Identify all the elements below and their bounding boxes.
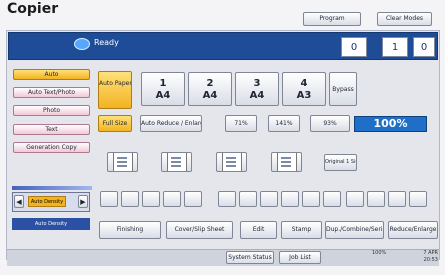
system-status-button[interactable]: System Status — [226, 251, 274, 264]
punch-icon-6[interactable] — [323, 191, 341, 207]
tray-2-size: A4 — [202, 90, 218, 101]
staple-icon-3[interactable] — [142, 191, 160, 207]
duplex-option-1[interactable] — [107, 152, 138, 172]
sort-icon-2[interactable] — [367, 191, 385, 207]
mode-text[interactable]: Text — [13, 124, 90, 135]
program-button[interactable]: Program — [303, 12, 361, 26]
auto-reduce-enlarge-button[interactable]: Auto Reduce / Enlarge — [140, 115, 202, 132]
duplex-option-4[interactable] — [271, 152, 302, 172]
tray-3-button[interactable]: 3 A4 — [235, 72, 279, 106]
reduce-enlarge-button[interactable]: Reduce/Enlarge — [388, 221, 438, 239]
tray-1-button[interactable]: 1 A4 — [141, 72, 185, 106]
ready-icon — [74, 38, 90, 50]
edit-button[interactable]: Edit — [240, 221, 277, 239]
mode-photo[interactable]: Photo — [13, 105, 90, 116]
auto-paper-select-button[interactable]: Auto Paper Select — [98, 71, 132, 109]
density-value: Auto Density — [28, 196, 66, 207]
sort-icon-4[interactable] — [409, 191, 427, 207]
auto-density-label: Auto Density — [12, 218, 90, 230]
punch-icon-3[interactable] — [260, 191, 278, 207]
stamp-button[interactable]: Stamp — [281, 221, 322, 239]
app-title: Copier — [7, 1, 59, 17]
finishing-button[interactable]: Finishing — [99, 221, 161, 239]
tray-3-number: 3 — [253, 78, 261, 89]
mode-auto[interactable]: Auto — [13, 69, 90, 80]
tray-1-number: 1 — [159, 78, 167, 89]
date-value: 7 APR — [423, 250, 438, 256]
tray-2-button[interactable]: 2 A4 — [188, 72, 232, 106]
duplex-icon-4 — [276, 153, 297, 171]
originals-counter: 0 — [341, 37, 367, 57]
sort-icon-1[interactable] — [346, 191, 364, 207]
memory-value: 100% — [372, 250, 387, 256]
total-counter: 0 — [413, 37, 435, 57]
preset-141-button[interactable]: 141% — [268, 115, 300, 132]
duplex-icon-3 — [221, 153, 242, 171]
copies-counter: 1 — [382, 37, 408, 57]
punch-icon-4[interactable] — [281, 191, 299, 207]
time-value: 20:53 — [423, 257, 438, 263]
density-right-icon[interactable]: ▶ — [78, 195, 88, 208]
tray-2-number: 2 — [206, 78, 214, 89]
staple-icon-2[interactable] — [121, 191, 139, 207]
status-header — [8, 32, 438, 60]
punch-icon-2[interactable] — [239, 191, 257, 207]
ready-text: Ready — [94, 38, 119, 47]
duplex-label-button[interactable]: Original 1 Sided → 1 Sided — [324, 154, 357, 171]
full-size-button[interactable]: Full Size — [98, 115, 132, 132]
tray-4-button[interactable]: 4 A3 — [282, 72, 326, 106]
staple-icon-1[interactable] — [100, 191, 118, 207]
job-list-button[interactable]: Job List — [279, 251, 321, 264]
zoom-display: 100% — [354, 116, 427, 132]
staple-icon-4[interactable] — [163, 191, 181, 207]
ratio-button[interactable]: 93% — [310, 115, 350, 132]
clear-modes-button[interactable]: Clear Modes — [377, 12, 432, 26]
tray-4-size: A3 — [296, 90, 312, 101]
mode-generation-copy[interactable]: Generation Copy — [13, 142, 90, 153]
preset-71-button[interactable]: 71% — [225, 115, 257, 132]
duplex-icon-1 — [112, 153, 133, 171]
cover-slip-sheet-button[interactable]: Cover/Slip Sheet — [166, 221, 233, 239]
dup-combine-series-button[interactable]: Dup./Combine/Series — [325, 221, 384, 239]
punch-icon-5[interactable] — [302, 191, 320, 207]
mode-auto-text-photo[interactable]: Auto Text/Photo — [13, 87, 90, 98]
duplex-option-3[interactable] — [216, 152, 247, 172]
duplex-icon-2 — [166, 153, 187, 171]
staple-icon-5[interactable] — [184, 191, 202, 207]
bypass-button[interactable]: Bypass — [329, 72, 357, 106]
tray-4-number: 4 — [300, 78, 308, 89]
auto-paper-select-label: Auto Paper Select — [99, 80, 132, 87]
tray-3-size: A4 — [249, 90, 265, 101]
duplex-option-2[interactable] — [161, 152, 192, 172]
punch-icon-1[interactable] — [218, 191, 236, 207]
density-left-icon[interactable]: ◀ — [14, 195, 24, 208]
tray-1-size: A4 — [155, 90, 171, 101]
sort-icon-3[interactable] — [388, 191, 406, 207]
